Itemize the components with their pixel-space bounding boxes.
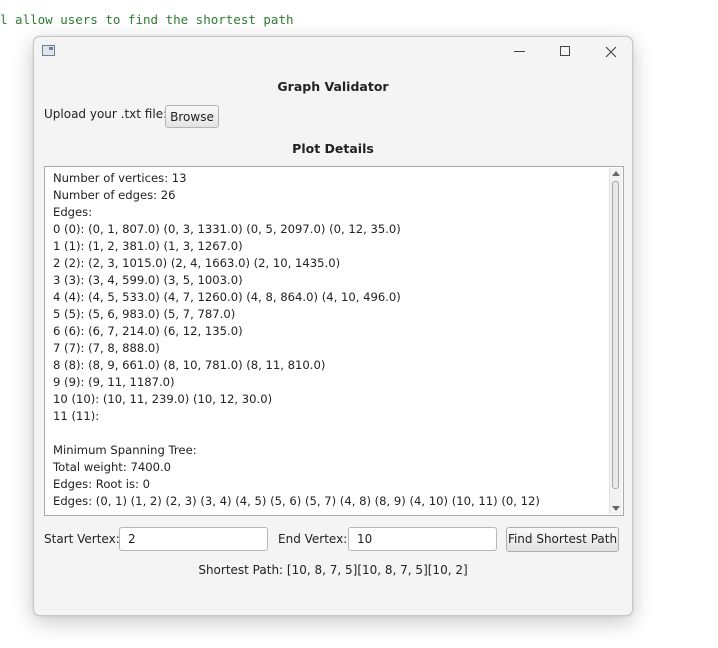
upload-label: Upload your .txt file: xyxy=(44,107,168,121)
plot-details-line xyxy=(53,425,540,442)
plot-details-line: 10 (10): (10, 11, 239.0) (10, 12, 30.0) xyxy=(53,392,273,406)
start-vertex-input[interactable]: 2 xyxy=(119,527,268,551)
scroll-up-icon[interactable] xyxy=(612,171,620,176)
plot-details-line: 9 (9): (9, 11, 1187.0) xyxy=(53,375,175,389)
plot-details-line: 7 (7): (7, 8, 888.0) xyxy=(53,341,160,355)
app-window-icon xyxy=(42,45,55,56)
start-vertex-label: Start Vertex: xyxy=(44,532,120,546)
title-bar[interactable] xyxy=(34,37,632,67)
plot-details-line: 11 (11): xyxy=(53,409,100,423)
end-vertex-label: End Vertex: xyxy=(278,532,348,546)
scrollbar-thumb[interactable] xyxy=(612,181,619,489)
scroll-down-icon[interactable] xyxy=(612,506,620,511)
plot-details-line: 8 (8): (8, 9, 661.0) (8, 10, 781.0) (8, … xyxy=(53,358,326,372)
plot-details-line: Minimum Spanning Tree: xyxy=(53,443,197,457)
plot-details-line: 4 (4): (4, 5, 533.0) (4, 7, 1260.0) (4, … xyxy=(53,290,401,304)
close-icon xyxy=(605,46,617,58)
minimize-button[interactable] xyxy=(496,37,542,67)
graph-validator-window: Graph Validator Upload your .txt file: B… xyxy=(33,36,633,616)
vertical-scrollbar[interactable] xyxy=(609,168,622,514)
plot-details-line: 2 (2): (2, 3, 1015.0) (2, 4, 1663.0) (2,… xyxy=(53,256,341,270)
end-vertex-input[interactable]: 10 xyxy=(348,527,497,551)
plot-details-title: Plot Details xyxy=(292,141,374,156)
browse-button[interactable]: Browse xyxy=(165,105,219,128)
app-title: Graph Validator xyxy=(277,79,389,94)
plot-details-line: 1 (1): (1, 2, 381.0) (1, 3, 1267.0) xyxy=(53,239,243,253)
shortest-path-result: Shortest Path: [10, 8, 7, 5][10, 8, 7, 5… xyxy=(198,563,468,577)
plot-details-line: Edges: xyxy=(53,205,93,219)
plot-details-content: Number of vertices: 13 Number of edges: 2… xyxy=(53,170,540,510)
plot-details-line: 0 (0): (0, 1, 807.0) (0, 3, 1331.0) (0, … xyxy=(53,222,401,236)
plot-details-line: Total weight: 7400.0 xyxy=(53,460,172,474)
plot-details-line: Edges: (0, 1) (1, 2) (2, 3) (3, 4) (4, 5… xyxy=(53,494,540,508)
plot-details-textarea[interactable]: Number of vertices: 13 Number of edges: 2… xyxy=(44,166,624,516)
maximize-button[interactable] xyxy=(542,37,588,67)
plot-details-line: Edges: Root is: 0 xyxy=(53,477,150,491)
plot-details-line: Number of edges: 26 xyxy=(53,188,176,202)
plot-details-line: 6 (6): (6, 7, 214.0) (6, 12, 135.0) xyxy=(53,324,243,338)
plot-details-line: 5 (5): (5, 6, 983.0) (5, 7, 787.0) xyxy=(53,307,236,321)
background-code-line: l allow users to find the shortest path xyxy=(0,12,294,27)
plot-details-line: 3 (3): (3, 4, 599.0) (3, 5, 1003.0) xyxy=(53,273,243,287)
close-button[interactable] xyxy=(588,37,634,67)
plot-details-line: Number of vertices: 13 xyxy=(53,171,187,185)
find-shortest-path-button[interactable]: Find Shortest Path xyxy=(506,527,619,552)
